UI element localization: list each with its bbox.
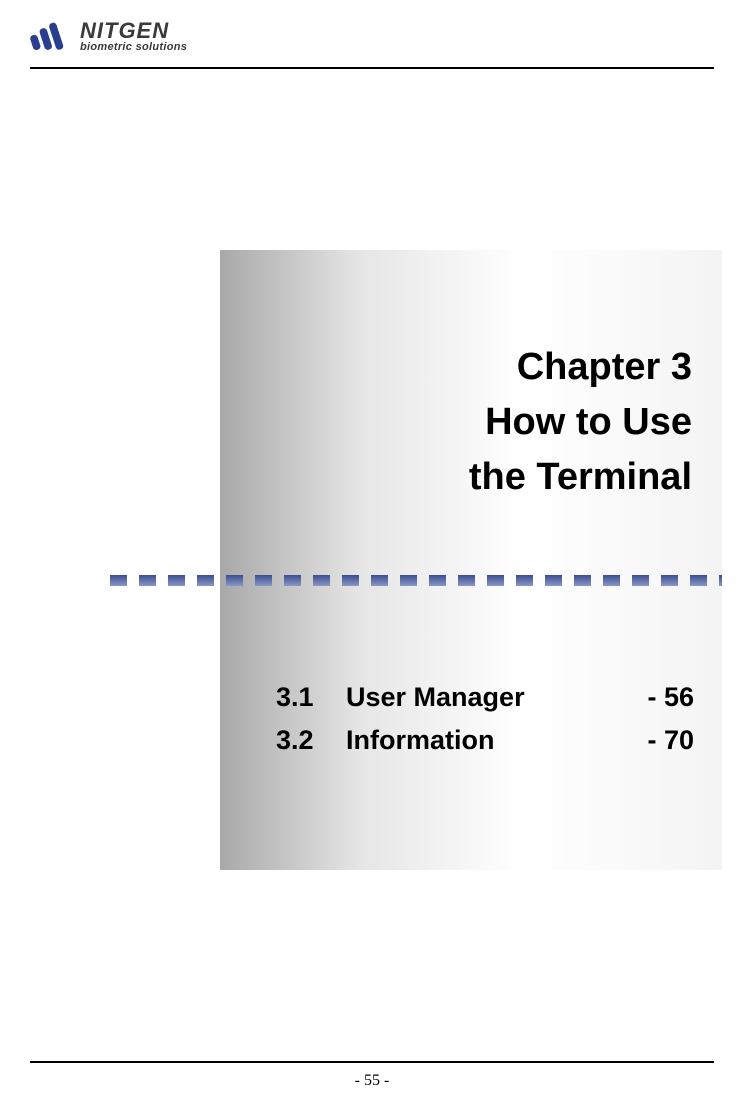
fingerprint-logo-icon [30, 21, 72, 53]
chapter-title-line: How to Use [469, 395, 692, 450]
brand-name: NITGEN [80, 20, 187, 42]
footer-divider [30, 1061, 714, 1063]
toc-row: 3.2 Information - 70 [276, 725, 694, 756]
page-number: - 55 - [0, 1072, 744, 1090]
page: NITGEN biometric solutions Chapter 3 How… [0, 0, 744, 1108]
brand-text: NITGEN biometric solutions [80, 20, 187, 53]
toc-row: 3.1 User Manager - 56 [276, 682, 694, 713]
brand-tagline: biometric solutions [80, 42, 187, 53]
toc-page: - 70 [647, 725, 694, 756]
chapter-title: Chapter 3 How to Use the Terminal [469, 340, 692, 505]
table-of-contents: 3.1 User Manager - 56 3.2 Information - … [276, 682, 694, 768]
chapter-panel: Chapter 3 How to Use the Terminal 3.1 Us… [220, 250, 722, 870]
toc-number: 3.2 [276, 725, 324, 756]
toc-label: User Manager [346, 682, 625, 713]
header-divider [30, 67, 714, 69]
toc-number: 3.1 [276, 682, 324, 713]
dashed-divider [110, 575, 722, 591]
chapter-title-line: the Terminal [469, 450, 692, 505]
header: NITGEN biometric solutions [30, 20, 714, 63]
toc-label: Information [346, 725, 625, 756]
chapter-title-line: Chapter 3 [469, 340, 692, 395]
toc-page: - 56 [647, 682, 694, 713]
